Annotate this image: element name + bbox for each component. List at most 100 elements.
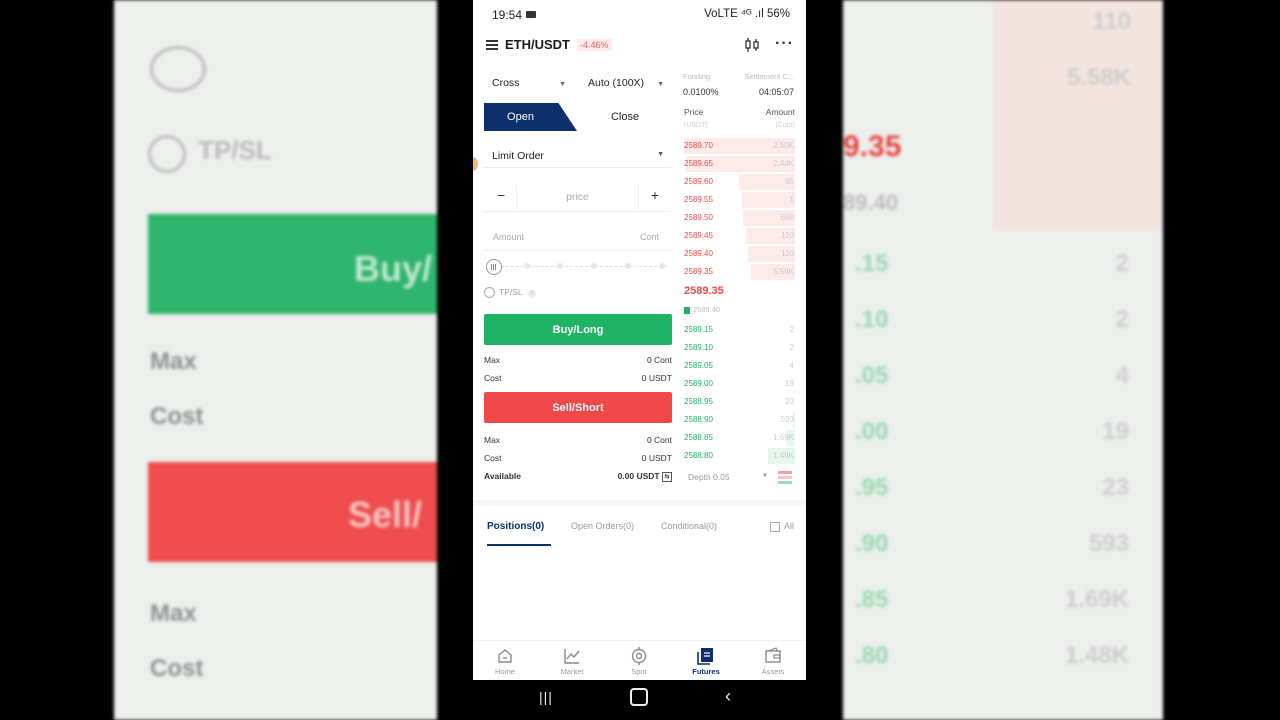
ask-row[interactable]: 2589.40 110 xyxy=(684,245,795,263)
bg-mark: 89.40 xyxy=(843,190,899,215)
mark-price-row: 2589.40 xyxy=(684,305,720,314)
last-price[interactable]: 2589.35 xyxy=(684,285,724,297)
nav-home[interactable]: Home xyxy=(480,647,530,676)
transfer-icon[interactable]: ⇆ xyxy=(662,471,672,482)
tab-open[interactable]: Open xyxy=(484,103,577,131)
order-type-select[interactable]: Limit Order ▼ xyxy=(484,145,671,168)
bg-buy-label: Buy/ xyxy=(354,248,433,289)
bg-bid-amt-7: 1.69K xyxy=(1064,586,1129,613)
nav-market[interactable]: Market xyxy=(547,647,597,676)
bid-amount: 2 xyxy=(789,325,794,334)
bid-row[interactable]: 2588.80 1.48K xyxy=(684,447,795,465)
tab-open-orders[interactable]: Open Orders(0) xyxy=(571,521,634,531)
sell-short-button[interactable]: Sell/Short xyxy=(484,392,672,423)
more-icon[interactable]: ··· xyxy=(775,35,794,53)
leverage-value: Auto (100X) xyxy=(588,77,645,89)
amount-input[interactable]: Amount Cont xyxy=(484,226,671,251)
price-input[interactable]: − price + xyxy=(484,181,671,212)
slider-step-75[interactable] xyxy=(591,263,597,269)
recent-apps-icon[interactable]: ||| xyxy=(539,689,553,705)
tpsl-toggle[interactable]: TP/SL? xyxy=(484,287,536,299)
ask-row[interactable]: 2589.35 5.58K xyxy=(684,263,795,281)
ask-row[interactable]: 2589.70 2.50K xyxy=(684,137,795,155)
slider-step-25[interactable] xyxy=(524,263,530,269)
nav-futures[interactable]: Futures xyxy=(681,647,731,676)
ask-row[interactable]: 2589.45 110 xyxy=(684,227,795,245)
all-filter[interactable]: All xyxy=(769,521,794,532)
tab-positions[interactable]: Positions(0) xyxy=(487,521,544,532)
bg-bid-amt-3: 4 xyxy=(1115,362,1129,389)
order-type-value: Limit Order xyxy=(492,150,544,162)
nav-assets-label: Assets xyxy=(761,667,785,676)
buy-long-button[interactable]: Buy/Long xyxy=(484,314,672,345)
available-row: Available 0.00 USDT ⇆ xyxy=(484,471,672,485)
price-placeholder[interactable]: price xyxy=(484,191,671,203)
slider-step-50[interactable] xyxy=(557,263,563,269)
price-change-badge: -4.46% xyxy=(577,39,612,51)
ask-depth-bar xyxy=(742,192,795,208)
bg-sell-label: Sell/ xyxy=(348,494,423,535)
nav-assets[interactable]: Assets xyxy=(748,647,798,676)
bid-price: 2588.85 xyxy=(684,433,713,442)
funding-label: Funding xyxy=(683,72,711,81)
depth-select[interactable]: Depth 0.05 ▼ xyxy=(684,471,770,485)
tab-conditional[interactable]: Conditional(0) xyxy=(661,521,717,531)
amount-slider[interactable] xyxy=(484,258,671,275)
nav-spot[interactable]: Spot xyxy=(614,647,664,676)
tab-close-label: Close xyxy=(610,111,640,123)
bg-bid-amt-5: 23 xyxy=(1102,474,1129,501)
candlestick-chart-icon[interactable] xyxy=(744,38,760,52)
ask-row[interactable]: 2589.60 65 xyxy=(684,173,795,191)
chevron-down-icon: ▼ xyxy=(657,81,664,88)
amount-placeholder[interactable]: Amount xyxy=(493,232,524,242)
home-icon xyxy=(498,649,512,663)
bg-bid-2: .10 xyxy=(855,306,889,333)
chevron-down-icon: ▼ xyxy=(762,473,768,479)
bid-price: 2589.10 xyxy=(684,343,713,352)
available-value: 0.00 USDT xyxy=(617,471,660,481)
tpsl-checkbox[interactable] xyxy=(484,287,495,299)
bg-cost: Cost xyxy=(150,403,204,430)
bid-row[interactable]: 2589.15 2 xyxy=(684,321,795,339)
divider xyxy=(638,185,639,209)
bg-bid-amt-1: 2 xyxy=(1115,250,1129,277)
leverage-select[interactable]: Auto (100X) ▼ xyxy=(588,77,670,99)
orderbook-layout-icon[interactable] xyxy=(778,471,792,484)
bid-row[interactable]: 2588.95 23 xyxy=(684,393,795,411)
bid-row[interactable]: 2588.90 593 xyxy=(684,411,795,429)
bg-bid-8: .80 xyxy=(855,642,889,669)
price-increase-button[interactable]: + xyxy=(651,187,659,203)
tab-close[interactable]: Close xyxy=(577,103,673,131)
margin-mode-select[interactable]: Cross ▼ xyxy=(492,77,572,99)
ask-amount: 110 xyxy=(781,249,794,258)
status-bar: 19:54 VoLTE ⁴ᴳ .ıl 56% xyxy=(473,0,806,30)
menu-icon[interactable] xyxy=(486,40,498,50)
bid-amount: 4 xyxy=(789,361,794,370)
depth-value: Depth 0.05 xyxy=(688,472,730,482)
home-button-icon[interactable] xyxy=(630,688,648,706)
bid-row[interactable]: 2589.00 19 xyxy=(684,375,795,393)
pair-title[interactable]: ETH/USDT xyxy=(505,37,570,52)
bg-cost2: Cost xyxy=(150,655,204,682)
bid-price: 2589.15 xyxy=(684,325,713,334)
ask-row[interactable]: 2589.55 1 xyxy=(684,191,795,209)
bid-row[interactable]: 2588.85 1.69K xyxy=(684,429,795,447)
sell-cost-row: Cost 0 USDT xyxy=(484,453,672,467)
bid-price: 2588.90 xyxy=(684,415,713,424)
slider-handle[interactable] xyxy=(486,259,502,275)
ask-row[interactable]: 2589.65 2.44K xyxy=(684,155,795,173)
bid-row[interactable]: 2589.10 2 xyxy=(684,339,795,357)
slider-step-100[interactable] xyxy=(659,263,665,269)
bid-row[interactable]: 2589.05 4 xyxy=(684,357,795,375)
help-icon[interactable]: ? xyxy=(527,290,536,298)
header: ETH/USDT -4.46% ··· xyxy=(473,30,806,60)
sell-max-label: Max xyxy=(484,435,501,445)
wallet-icon xyxy=(765,647,781,663)
all-label: All xyxy=(783,521,794,531)
amount-unit[interactable]: Cont xyxy=(640,232,659,242)
ask-row[interactable]: 2589.50 669 xyxy=(684,209,795,227)
checkbox-icon[interactable] xyxy=(769,521,780,532)
slider-track[interactable] xyxy=(496,266,667,267)
slider-step-90[interactable] xyxy=(625,263,631,269)
back-icon[interactable]: ‹ xyxy=(725,686,731,707)
